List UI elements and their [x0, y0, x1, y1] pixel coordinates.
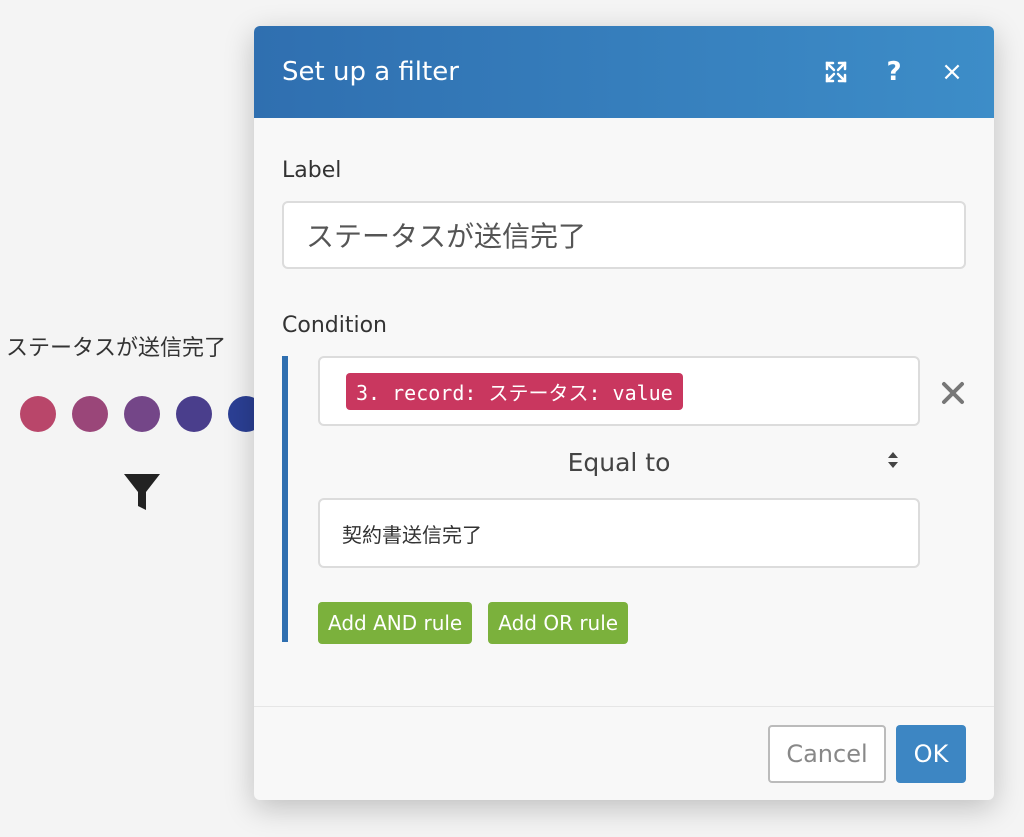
label-input[interactable]: ステータスが送信完了: [282, 201, 966, 269]
dialog-header: Set up a filter ? ×: [254, 26, 994, 118]
field-mapping-pill[interactable]: 3. record: ステータス: value: [346, 372, 683, 410]
close-icon[interactable]: ×: [938, 57, 966, 87]
operator-value: Equal to: [567, 447, 671, 477]
condition-group: 3. record: ステータス: value Equal to 契約書送信完了: [282, 356, 966, 644]
add-or-rule-button[interactable]: Add OR rule: [488, 602, 629, 644]
route-dot: [20, 396, 56, 432]
filter-dialog: Set up a filter ? × Label ステータスが送信完了 Con…: [254, 26, 994, 800]
select-arrows-icon: [886, 450, 900, 474]
expand-icon[interactable]: [822, 58, 850, 86]
route-dot: [176, 396, 212, 432]
module-label: ステータスが送信完了: [6, 336, 227, 361]
condition-field-input[interactable]: 3. record: ステータス: value: [318, 356, 920, 426]
cancel-button[interactable]: Cancel: [768, 724, 886, 783]
ok-button[interactable]: OK: [896, 724, 966, 783]
dialog-body: Label ステータスが送信完了 Condition 3. record: ステ…: [254, 118, 994, 644]
dialog-title: Set up a filter: [282, 57, 459, 87]
route-dots: [20, 396, 264, 432]
rule-buttons: Add AND rule Add OR rule: [318, 602, 966, 644]
route-dot: [124, 396, 160, 432]
condition-label: Condition: [282, 313, 387, 338]
header-icons: ? ×: [822, 57, 966, 87]
help-icon[interactable]: ?: [880, 57, 908, 87]
remove-condition-icon[interactable]: [940, 380, 966, 406]
add-and-rule-button[interactable]: Add AND rule: [318, 602, 473, 644]
condition-value-input[interactable]: 契約書送信完了: [318, 498, 920, 568]
label-field-label: Label: [282, 158, 342, 183]
route-dot: [72, 396, 108, 432]
funnel-icon[interactable]: [122, 470, 162, 518]
operator-select[interactable]: Equal to: [318, 426, 920, 498]
dialog-footer: Cancel OK: [254, 706, 994, 800]
